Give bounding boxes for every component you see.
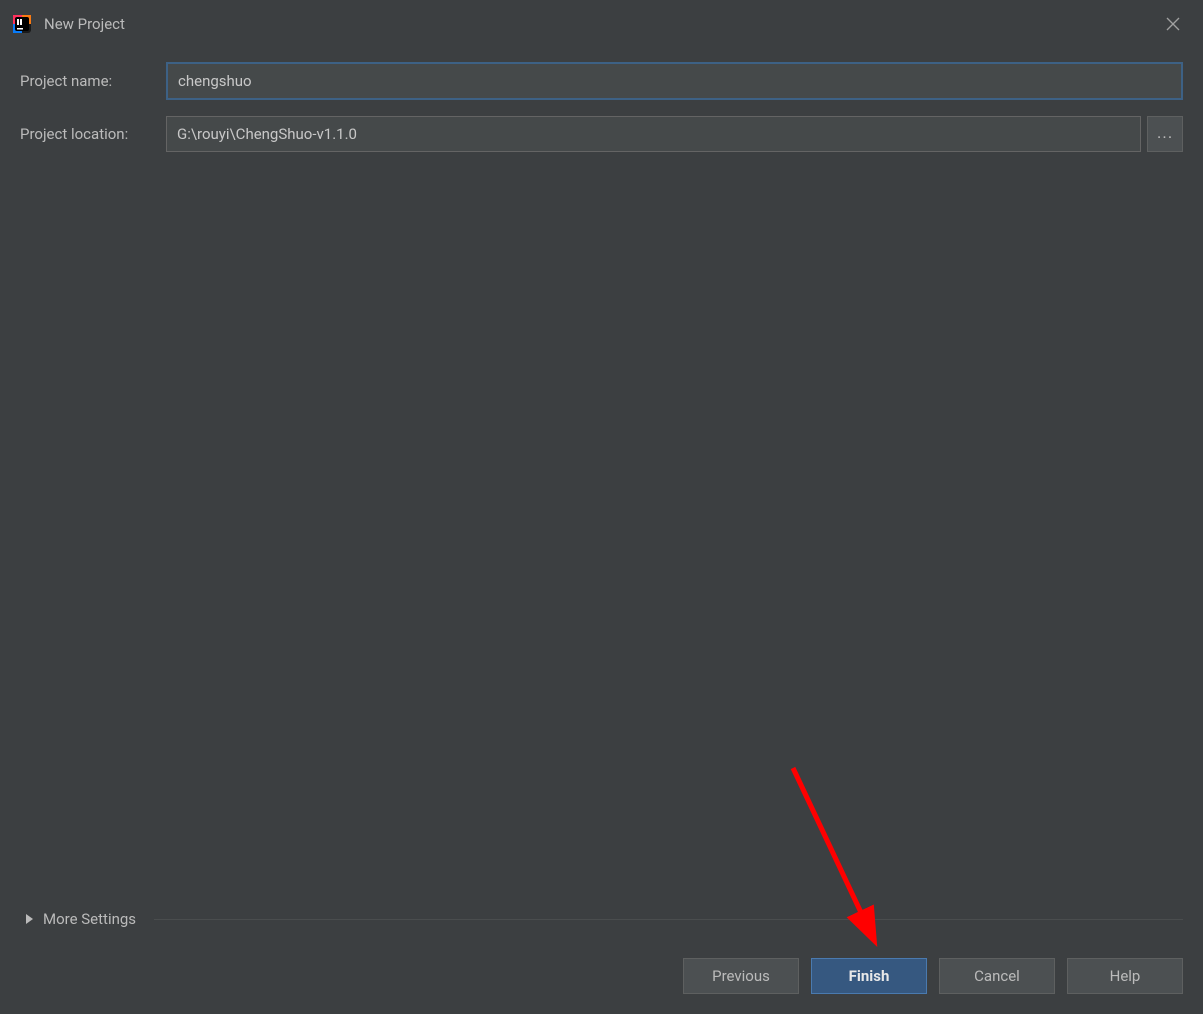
empty-region [0, 152, 1203, 900]
close-button[interactable] [1157, 8, 1189, 40]
window-title: New Project [44, 15, 125, 33]
previous-button[interactable]: Previous [683, 958, 799, 994]
titlebar: New Project [0, 0, 1203, 48]
cancel-button[interactable]: Cancel [939, 958, 1055, 994]
close-icon [1166, 17, 1180, 31]
help-button[interactable]: Help [1067, 958, 1183, 994]
chevron-right-icon [26, 914, 33, 924]
browse-location-button[interactable]: ... [1147, 116, 1183, 152]
finish-button[interactable]: Finish [811, 958, 927, 994]
form-area: Project name: Project location: ... [0, 48, 1203, 152]
project-location-label: Project location: [20, 125, 160, 143]
more-settings-label: More Settings [43, 910, 136, 928]
more-settings-expander[interactable]: More Settings [0, 900, 1203, 938]
project-name-input[interactable] [166, 62, 1183, 100]
intellij-icon [12, 14, 32, 34]
button-bar: Previous Finish Cancel Help [0, 958, 1203, 1014]
divider [154, 919, 1183, 920]
project-name-label: Project name: [20, 72, 160, 90]
ellipsis-icon: ... [1157, 125, 1173, 143]
project-location-input[interactable] [166, 116, 1141, 152]
